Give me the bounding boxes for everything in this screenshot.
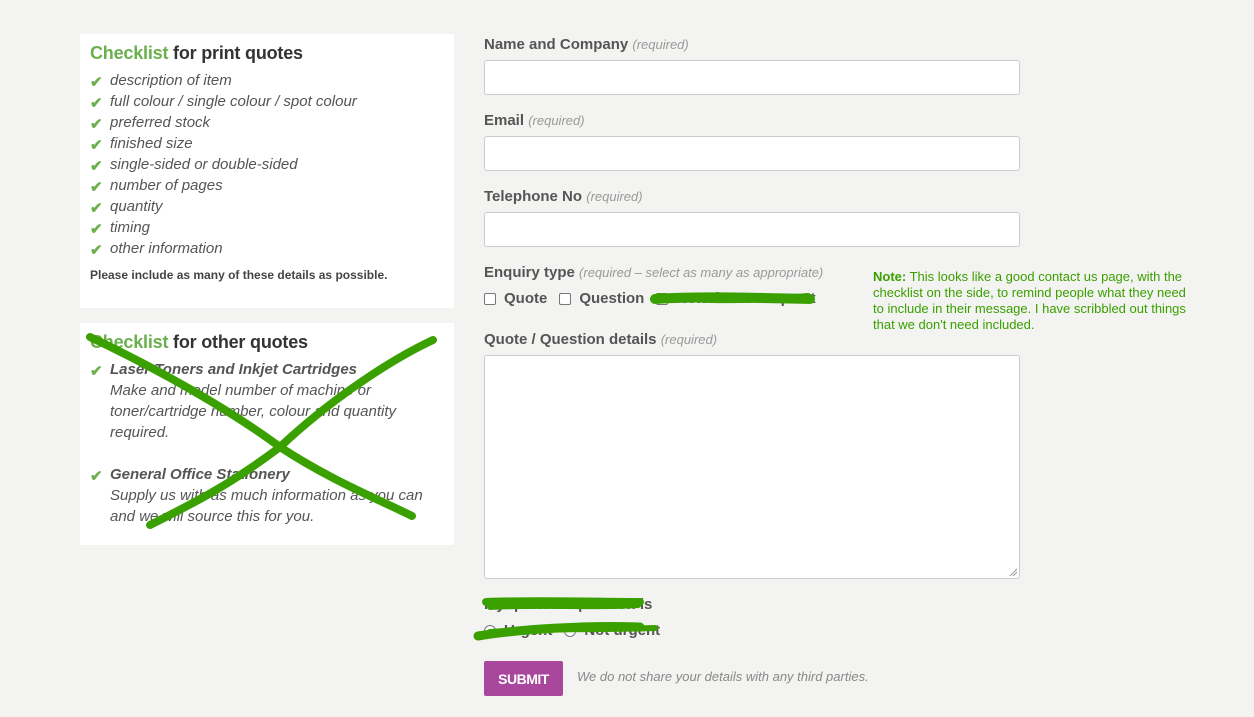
checkmark-icon: ✔: [90, 95, 103, 112]
other-checklist-item: ✔ Laser Toners and Inkjet Cartridges Mak…: [90, 359, 444, 443]
checkmark-icon: ✔: [90, 74, 103, 91]
telephone-input[interactable]: [484, 212, 1020, 247]
print-checklist-item-label: single-sided or double-sided: [110, 156, 298, 173]
other-item-body: Supply us with as much information as yo…: [110, 487, 423, 525]
print-checklist-item-label: finished size: [110, 135, 193, 152]
print-checklist-item: ✔ other information: [90, 238, 444, 259]
print-checklist-item-label: quantity: [110, 198, 163, 215]
print-checklist-item: ✔ preferred stock: [90, 112, 444, 133]
quote-checkbox[interactable]: [484, 292, 496, 305]
print-checklist-item: ✔ finished size: [90, 133, 444, 154]
email-input[interactable]: [484, 136, 1020, 171]
newsletter-checkbox[interactable]: [656, 292, 669, 305]
question-checkbox[interactable]: [559, 292, 572, 305]
submit-button[interactable]: SUBMIT: [484, 661, 563, 696]
quote-checkbox-label[interactable]: Quote: [504, 290, 547, 307]
newsletter-checkbox-label[interactable]: Newsletter Request: [676, 290, 815, 307]
checkmark-icon: ✔: [90, 221, 103, 238]
question-checkbox-label[interactable]: Question: [579, 290, 644, 307]
other-checklist-title: Checklist for other quotes: [90, 332, 308, 352]
name-company-input[interactable]: [484, 60, 1020, 95]
other-item-body: Make and model number of machine or tone…: [110, 382, 397, 441]
print-checklist-item: ✔ number of pages: [90, 175, 444, 196]
other-item-heading: Laser Toners and Inkjet Cartridges: [110, 361, 358, 378]
checkmark-icon: ✔: [90, 179, 103, 196]
details-textarea[interactable]: [484, 355, 1020, 579]
checkmark-icon: ✔: [90, 242, 103, 259]
print-checklist-item-label: preferred stock: [110, 114, 211, 131]
privacy-note: We do not share your details with any th…: [577, 669, 869, 684]
not-urgent-radio-label[interactable]: Not urgent: [584, 622, 660, 639]
print-checklist-item: ✔ single-sided or double-sided: [90, 154, 444, 175]
reviewer-annotation: Note: This looks like a good contact us …: [873, 269, 1186, 332]
print-checklist-panel: Checklist for print quotes ✔ description …: [80, 34, 454, 308]
print-checklist-title: Checklist for print quotes: [90, 43, 303, 63]
print-checklist-note: Please include as many of these details …: [90, 268, 388, 282]
print-checklist-item-label: full colour / single colour / spot colou…: [110, 93, 357, 110]
print-checklist-item-label: number of pages: [110, 177, 223, 194]
enquiry-type-options: Quote Question Newsletter Request: [484, 290, 828, 307]
enquiry-type-label: Enquiry type (required – select as many …: [484, 264, 824, 281]
other-checklist-panel: Checklist for other quotes ✔ Laser Toner…: [80, 323, 454, 545]
urgent-radio-label[interactable]: Urgent: [504, 622, 552, 639]
print-checklist: ✔ description of item ✔ full colour / singl…: [90, 70, 444, 259]
email-label: Email (required): [484, 112, 585, 129]
telephone-label: Telephone No (required): [484, 188, 643, 205]
print-checklist-item: ✔ quantity: [90, 196, 444, 217]
print-checklist-item-label: other information: [110, 240, 223, 257]
other-item-heading: General Office Stationery: [110, 466, 290, 483]
print-checklist-item-label: description of item: [110, 72, 232, 89]
urgency-options: Urgent Not urgent: [484, 622, 672, 639]
checkmark-icon: ✔: [90, 200, 103, 217]
print-checklist-item: ✔ timing: [90, 217, 444, 238]
checkmark-icon: ✔: [90, 158, 103, 175]
checkmark-icon: ✔: [90, 363, 103, 380]
checkmark-icon: ✔: [90, 137, 103, 154]
print-checklist-item: ✔ full colour / single colour / spot colo…: [90, 91, 444, 112]
other-checklist-item: ✔ General Office Stationery Supply us wi…: [90, 464, 444, 527]
urgent-radio[interactable]: [484, 624, 496, 637]
print-checklist-item: ✔ description of item: [90, 70, 444, 91]
resize-handle-icon[interactable]: [1009, 568, 1017, 576]
name-label: Name and Company (required): [484, 36, 689, 53]
other-checklist: ✔ Laser Toners and Inkjet Cartridges Mak…: [90, 359, 444, 527]
not-urgent-radio[interactable]: [564, 624, 577, 637]
checkmark-icon: ✔: [90, 116, 103, 133]
details-label: Quote / Question details (required): [484, 331, 718, 348]
urgency-label: My quote or question is: [484, 596, 653, 613]
checkmark-icon: ✔: [90, 468, 103, 485]
print-checklist-item-label: timing: [110, 219, 151, 236]
